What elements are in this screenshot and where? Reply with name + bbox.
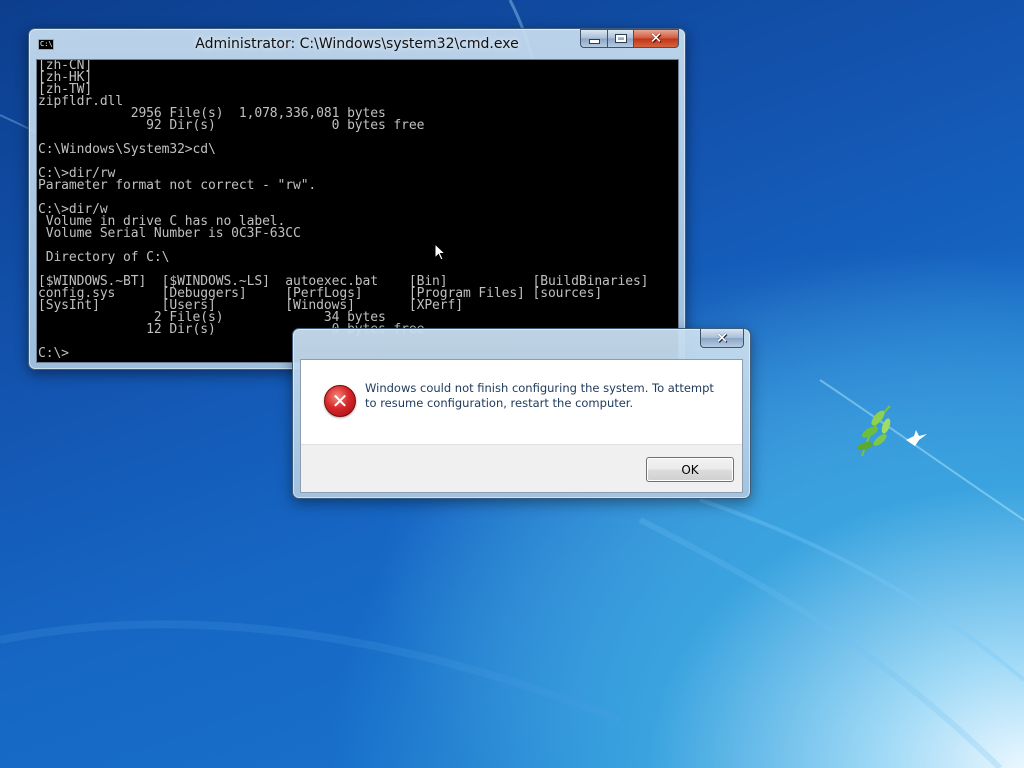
console-output: [zh-CN] [zh-HK] [zh-TW] zipfldr.dll 2956…	[38, 60, 649, 360]
dialog-content: ✕ Windows could not finish configuring t…	[301, 360, 742, 444]
close-icon: ✕	[715, 329, 729, 347]
maximize-button[interactable]	[607, 29, 633, 48]
dialog-footer: OK	[301, 444, 742, 492]
cmd-window[interactable]: C:\ Administrator: C:\Windows\system32\c…	[28, 28, 686, 370]
cmd-titlebar[interactable]: C:\ Administrator: C:\Windows\system32\c…	[29, 29, 685, 59]
console-area[interactable]: [zh-CN] [zh-HK] [zh-TW] zipfldr.dll 2956…	[36, 59, 679, 363]
close-icon: ✕	[649, 29, 663, 47]
dialog-body: ✕ Windows could not finish configuring t…	[300, 359, 743, 493]
error-icon: ✕	[324, 385, 356, 417]
error-message: Windows could not finish configuring the…	[365, 381, 714, 410]
maximize-icon	[614, 34, 627, 43]
minimize-button[interactable]	[580, 29, 607, 48]
dialog-close-button[interactable]: ✕	[700, 329, 744, 348]
minimize-icon	[588, 39, 600, 44]
caption-buttons: ✕	[580, 29, 679, 49]
close-button[interactable]: ✕	[633, 29, 679, 48]
error-dialog[interactable]: ✕ ✕ Windows could not finish configuring…	[292, 328, 751, 499]
ok-button[interactable]: OK	[646, 457, 734, 482]
windows-logo-birds	[857, 405, 927, 457]
mouse-cursor-icon	[434, 243, 446, 261]
